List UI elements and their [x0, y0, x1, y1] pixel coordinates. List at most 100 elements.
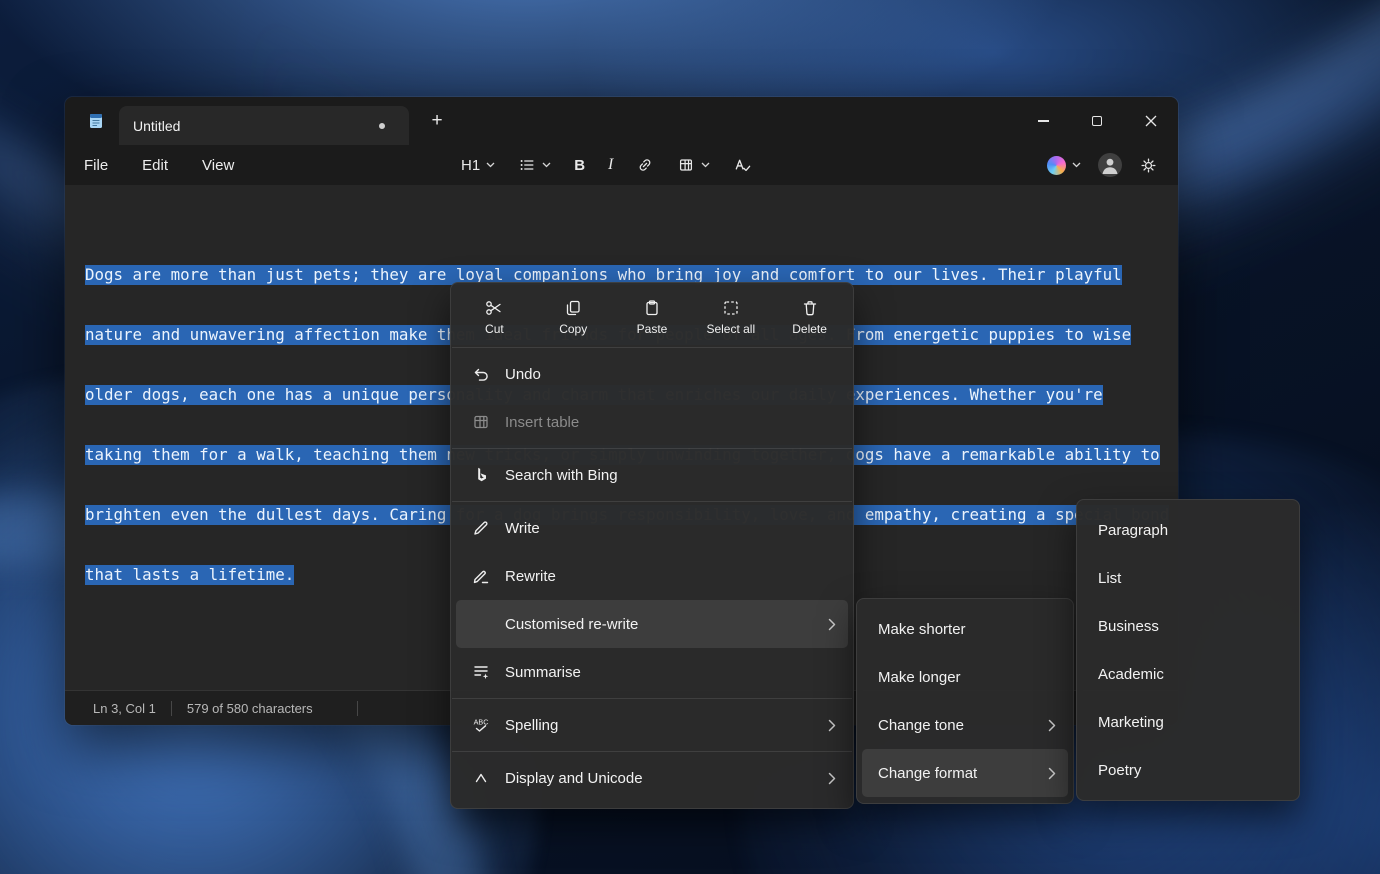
format-toolbar: H1 B I [453, 145, 760, 185]
link-icon [636, 156, 654, 174]
submenu-item-change-format[interactable]: Change format [862, 749, 1068, 797]
link-button[interactable] [628, 150, 662, 180]
submenu-item-label: Make longer [878, 669, 1056, 686]
bold-button[interactable]: B [566, 150, 593, 180]
menu-separator [452, 501, 852, 502]
table-dropdown[interactable] [669, 150, 718, 180]
chevron-down-icon [1072, 162, 1081, 168]
submenu-item-label: Change tone [878, 717, 1048, 734]
submenu-item-academic[interactable]: Academic [1082, 650, 1294, 698]
scissors-icon [484, 298, 504, 318]
toolbar: File Edit View H1 [65, 145, 1178, 185]
submenu-item-change-tone[interactable]: Change tone [862, 701, 1068, 749]
menu-item-write[interactable]: Write [456, 504, 848, 552]
chevron-down-icon [486, 162, 495, 168]
menu-item-label: Display and Unicode [505, 770, 828, 787]
bing-icon [470, 465, 492, 485]
notepad-app-icon [87, 112, 105, 130]
menu-item-spelling[interactable]: ABC Spelling [456, 701, 848, 749]
select-all-button[interactable]: Select all [691, 289, 770, 345]
caret-icon [470, 768, 492, 788]
minimize-button[interactable] [1016, 97, 1070, 145]
maximize-button[interactable] [1070, 97, 1124, 145]
title-bar: Untitled + [65, 97, 1178, 145]
close-icon [1145, 115, 1157, 127]
clipboard-icon [642, 298, 662, 318]
table-icon [677, 156, 695, 174]
svg-text:ABC: ABC [474, 718, 489, 727]
gear-icon [1139, 156, 1158, 175]
rewrite-submenu: Make shorter Make longer Change tone Cha… [856, 598, 1074, 804]
tab-untitled[interactable]: Untitled [119, 106, 409, 145]
submenu-item-label: Make shorter [878, 621, 1056, 638]
menu-item-rewrite[interactable]: Rewrite [456, 552, 848, 600]
menu-view[interactable]: View [189, 151, 247, 180]
copy-button[interactable]: Copy [534, 289, 613, 345]
toolbar-right [1039, 145, 1166, 185]
quick-actions-row: Cut Copy Paste [451, 289, 853, 345]
spellcheck-icon [733, 156, 752, 175]
copilot-dropdown[interactable] [1039, 150, 1089, 180]
chevron-right-icon [1048, 719, 1056, 732]
account-avatar[interactable] [1098, 153, 1122, 177]
person-icon [1098, 153, 1122, 177]
submenu-item-label: Paragraph [1098, 522, 1282, 539]
copilot-icon [1047, 156, 1066, 175]
menu-item-insert-table[interactable]: Insert table [456, 398, 848, 446]
menu-item-label: Undo [505, 366, 836, 383]
menu-item-summarise[interactable]: Summarise [456, 648, 848, 696]
menu-item-label: Rewrite [505, 568, 836, 585]
italic-button[interactable]: I [600, 150, 621, 180]
submenu-item-business[interactable]: Business [1082, 602, 1294, 650]
select-all-icon [721, 298, 741, 318]
menu-item-display-and-unicode[interactable]: Display and Unicode [456, 754, 848, 802]
new-tab-button[interactable]: + [424, 108, 450, 134]
menu-separator [452, 698, 852, 699]
menu-item-customised-rewrite[interactable]: Customised re-write [456, 600, 848, 648]
menu-item-label: Summarise [505, 664, 836, 681]
character-count: 579 of 580 characters [187, 701, 313, 716]
quick-action-label: Copy [559, 322, 587, 336]
undo-icon [470, 364, 492, 384]
menu-bar: File Edit View [71, 145, 247, 185]
menu-separator [452, 751, 852, 752]
menu-file[interactable]: File [71, 151, 121, 180]
submenu-item-marketing[interactable]: Marketing [1082, 698, 1294, 746]
menu-item-label: Insert table [505, 414, 836, 431]
menu-item-undo[interactable]: Undo [456, 350, 848, 398]
cursor-position: Ln 3, Col 1 [93, 701, 156, 716]
menu-item-search-with-bing[interactable]: Search with Bing [456, 451, 848, 499]
quick-action-label: Delete [792, 322, 827, 336]
cut-button[interactable]: Cut [455, 289, 534, 345]
submenu-item-poetry[interactable]: Poetry [1082, 746, 1294, 794]
format-submenu: Paragraph List Business Academic Marketi… [1076, 499, 1300, 801]
tab-title: Untitled [133, 118, 379, 134]
submenu-item-paragraph[interactable]: Paragraph [1082, 506, 1294, 554]
status-divider [171, 701, 172, 716]
heading-label: H1 [461, 157, 480, 174]
submenu-item-label: Poetry [1098, 762, 1282, 779]
submenu-item-list[interactable]: List [1082, 554, 1294, 602]
minimize-icon [1038, 120, 1049, 122]
submenu-item-make-shorter[interactable]: Make shorter [862, 605, 1068, 653]
desktop: Untitled + File Edit View [0, 0, 1380, 874]
chevron-right-icon [828, 772, 836, 785]
menu-edit[interactable]: Edit [129, 151, 181, 180]
delete-button[interactable]: Delete [770, 289, 849, 345]
unsaved-indicator-dot [379, 123, 385, 129]
list-dropdown[interactable] [510, 150, 559, 180]
submenu-item-make-longer[interactable]: Make longer [862, 653, 1068, 701]
spelling-icon: ABC [470, 715, 492, 735]
chevron-right-icon [1048, 767, 1056, 780]
settings-button[interactable] [1131, 150, 1166, 180]
paste-button[interactable]: Paste [613, 289, 692, 345]
menu-item-label: Search with Bing [505, 467, 836, 484]
summarise-icon [470, 662, 492, 682]
submenu-item-label: List [1098, 570, 1282, 587]
spellcheck-button[interactable] [725, 150, 760, 180]
heading-dropdown[interactable]: H1 [453, 150, 503, 180]
pen-icon [470, 566, 492, 586]
close-button[interactable] [1124, 97, 1178, 145]
submenu-item-label: Academic [1098, 666, 1282, 683]
chevron-down-icon [701, 162, 710, 168]
